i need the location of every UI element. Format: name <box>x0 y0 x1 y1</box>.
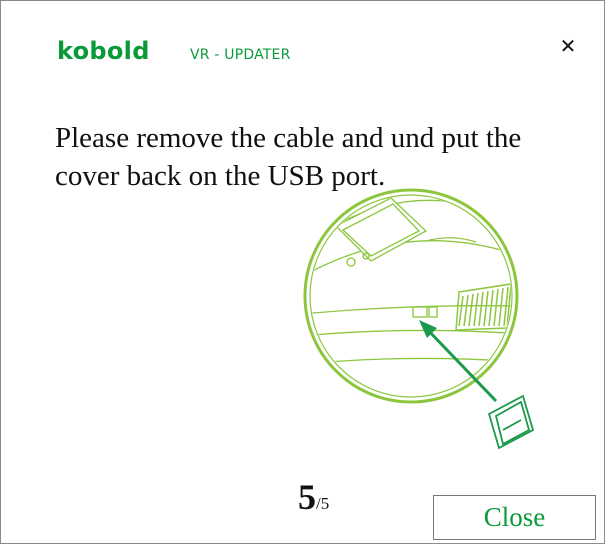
product-title: VR - UPDATER <box>190 47 291 63</box>
updater-dialog: kobold VR - UPDATER ✕ Please remove the … <box>0 0 605 544</box>
brand-logo: kobold <box>57 37 150 65</box>
page-total: 5 <box>320 494 330 513</box>
page-counter: 5/5 <box>298 479 329 515</box>
robot-usb-port-cover-icon <box>303 188 535 450</box>
close-button[interactable]: Close <box>433 495 596 540</box>
close-icon[interactable]: ✕ <box>557 35 579 57</box>
page-current: 5 <box>298 477 316 517</box>
instruction-text: Please remove the cable and und put the … <box>55 122 522 192</box>
